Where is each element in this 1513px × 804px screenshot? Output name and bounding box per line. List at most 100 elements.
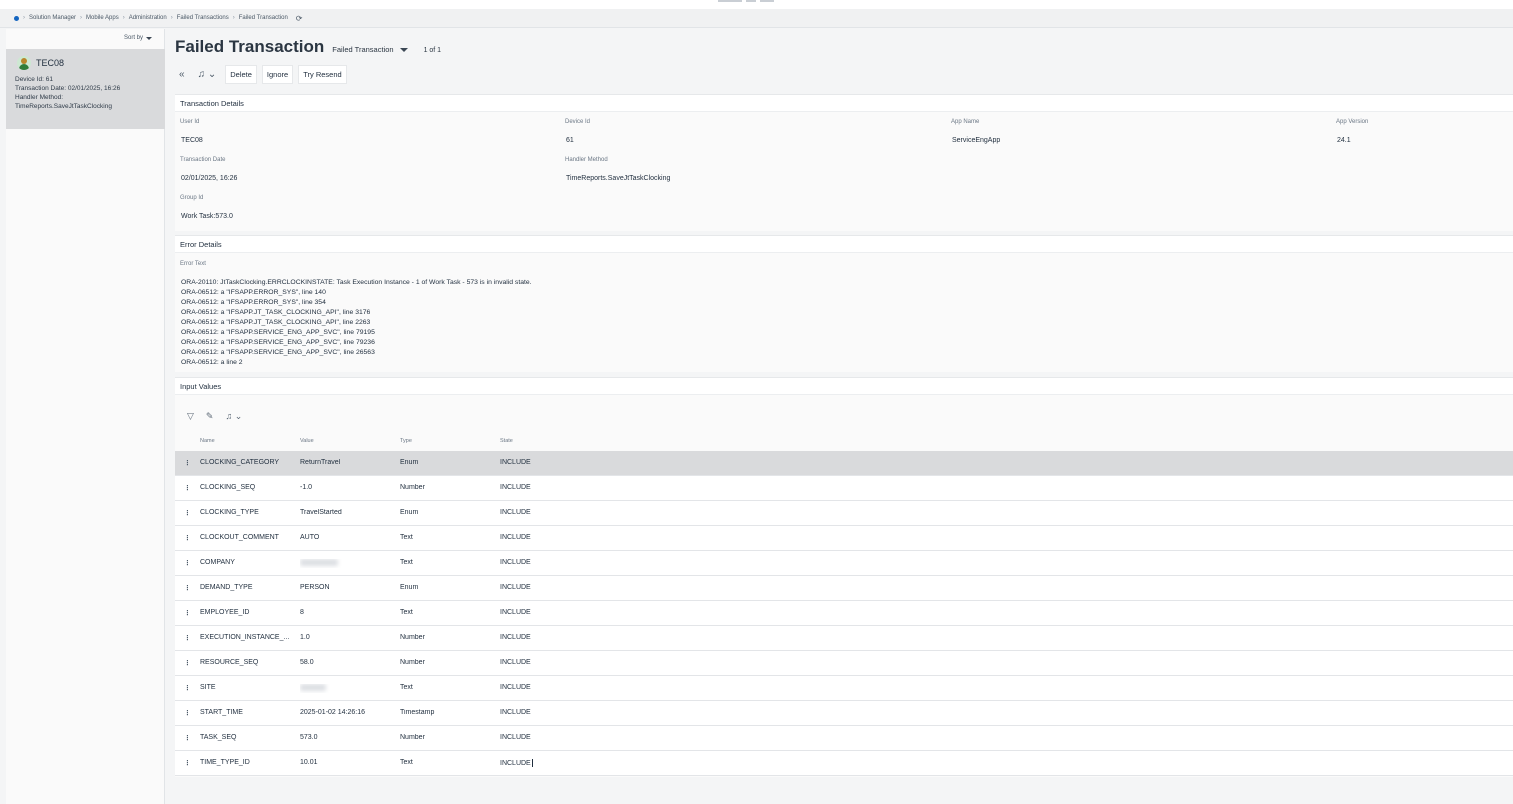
table-row[interactable]: ⋮ CLOCKING_CATEGORY ReturnTravel Enum IN… — [175, 451, 1513, 476]
cell-type: Text — [400, 609, 413, 616]
column-header-state[interactable]: State — [500, 438, 513, 444]
record-count: 1 of 1 — [423, 47, 442, 54]
transaction-date-label: Transaction Date — [180, 157, 226, 163]
kebab-icon[interactable]: ⋮ — [184, 709, 188, 717]
table-row[interactable]: ⋮ CLOCKING_SEQ -1.0 Number INCLUDE — [175, 476, 1513, 501]
cell-type: Text — [400, 759, 413, 766]
cell-name: CLOCKOUT_COMMENT — [200, 534, 279, 541]
kebab-icon[interactable]: ⋮ — [184, 759, 188, 767]
cell-state: INCLUDE — [500, 484, 531, 491]
double-chevron-left-icon[interactable]: « — [175, 69, 189, 80]
column-header-type[interactable]: Type — [400, 438, 412, 444]
filter-icon[interactable]: ▽ — [187, 411, 194, 422]
cell-state: INCLUDE — [500, 634, 531, 641]
error-text-label: Error Text — [180, 261, 206, 267]
kebab-icon[interactable]: ⋮ — [184, 484, 188, 492]
home-dot-icon[interactable] — [14, 15, 19, 21]
cell-type: Enum — [400, 584, 419, 591]
cell-type: Number — [400, 659, 425, 666]
cell-value: 1.0 — [300, 634, 310, 641]
cell-name: CLOCKING_SEQ — [200, 484, 256, 491]
cell-value: 58.0 — [300, 659, 314, 666]
cell-value: 2025-01-02 14:26:16 — [300, 709, 365, 716]
error-details-title: Error Details — [175, 236, 1513, 253]
cell-value: ReturnTravel — [300, 459, 341, 466]
table-row[interactable]: ⋮ TASK_SEQ 573.0 Number INCLUDE — [175, 726, 1513, 751]
cell-name: SITE — [200, 684, 216, 691]
column-header-value[interactable]: Value — [300, 438, 314, 444]
kebab-icon[interactable]: ⋮ — [184, 609, 188, 617]
cell-name: TASK_SEQ — [200, 734, 237, 741]
input-values-title: Input Values — [175, 378, 1513, 395]
breadcrumb-item-mobile-apps[interactable]: Mobile Apps — [86, 15, 119, 21]
cell-name: EMPLOYEE_ID — [200, 609, 250, 616]
table-row[interactable]: ⋮ CLOCKING_TYPE TravelStarted Enum INCLU… — [175, 501, 1513, 526]
table-row[interactable]: ⋮ DEMAND_TYPE PERSON Enum INCLUDE — [175, 576, 1513, 601]
error-line: ORA-06512: a "IFSAPP.SERVICE_ENG_APP_SVC… — [181, 349, 375, 356]
table-row[interactable]: ⋮ SITE Text INCLUDE — [175, 676, 1513, 701]
app-name-value: ServiceEngApp — [952, 137, 1001, 144]
app-name-label: App Name — [951, 119, 980, 125]
cell-state: INCLUDE — [500, 534, 531, 541]
cell-value: AUTO — [300, 534, 320, 541]
transaction-date-value: 02/01/2025, 16:26 — [181, 175, 238, 182]
refresh-icon[interactable]: ⟳ — [296, 14, 303, 23]
breadcrumb-item-failed-transaction: Failed Transaction — [238, 15, 288, 21]
table-row[interactable]: ⋮ START_TIME 2025-01-02 14:26:16 Timesta… — [175, 701, 1513, 726]
record-card-selected[interactable]: TEC08 Device Id: 61 Transaction Date: 02… — [6, 49, 165, 129]
kebab-icon[interactable]: ⋮ — [184, 734, 188, 742]
error-line: ORA-06512: a "IFSAPP.SERVICE_ENG_APP_SVC… — [181, 339, 375, 346]
column-header-name[interactable]: Name — [200, 438, 215, 444]
kebab-icon[interactable]: ⋮ — [184, 634, 188, 642]
pencil-icon[interactable]: ✎ — [206, 411, 214, 422]
command-toolbar: « ♫ ⌄ Delete Ignore Try Resend — [175, 64, 347, 84]
try-resend-button[interactable]: Try Resend — [298, 64, 347, 84]
cell-state-editing[interactable]: INCLUDE — [500, 759, 590, 767]
table-row[interactable]: ⋮ EXECUTION_INSTANCE_... 1.0 Number INCL… — [175, 626, 1513, 651]
bell-icon[interactable]: ♫ ⌄ — [194, 69, 221, 80]
cell-state: INCLUDE — [500, 509, 531, 516]
record-title: TEC08 — [36, 58, 65, 68]
record-handler-value: TimeReports.SaveJtTaskClocking — [15, 103, 112, 110]
cell-value: PERSON — [300, 584, 330, 591]
chevron-right-icon: › — [170, 15, 173, 21]
delete-button[interactable]: Delete — [225, 64, 257, 84]
error-line: ORA-06512: a "IFSAPP.ERROR_SYS", line 35… — [181, 299, 326, 306]
kebab-icon[interactable]: ⋮ — [184, 509, 188, 517]
sort-by-dropdown[interactable]: Sort by — [124, 35, 152, 41]
kebab-icon[interactable]: ⋮ — [184, 684, 188, 692]
cell-name: DEMAND_TYPE — [200, 584, 253, 591]
app-version-label: App Version — [1336, 119, 1369, 125]
record-handler-label: Handler Method: — [15, 94, 64, 101]
sort-by-label: Sort by — [123, 35, 143, 41]
bell-icon[interactable]: ♫ ⌄ — [225, 411, 242, 422]
cell-value-redacted — [300, 559, 390, 568]
breadcrumb-item-administration[interactable]: Administration — [129, 15, 167, 21]
transaction-details-panel: Transaction Details User Id TEC08 Device… — [175, 94, 1513, 231]
kebab-icon[interactable]: ⋮ — [184, 459, 188, 467]
table-row[interactable]: ⋮ COMPANY Text INCLUDE — [175, 551, 1513, 576]
table-row[interactable]: ⋮ CLOCKOUT_COMMENT AUTO Text INCLUDE — [175, 526, 1513, 551]
breadcrumb-item-failed-transactions[interactable]: Failed Transactions — [177, 15, 229, 21]
kebab-icon[interactable]: ⋮ — [184, 559, 188, 567]
table-row[interactable]: ⋮ EMPLOYEE_ID 8 Text INCLUDE — [175, 601, 1513, 626]
text-cursor — [531, 759, 533, 767]
table-row[interactable]: ⋮ RESOURCE_SEQ 58.0 Number INCLUDE — [175, 651, 1513, 676]
cell-name: COMPANY — [200, 559, 235, 566]
error-line: ORA-06512: a line 2 — [181, 359, 243, 366]
record-selector[interactable]: Failed Transaction — [332, 45, 408, 54]
table-row[interactable]: ⋮ TIME_TYPE_ID 10.01 Text INCLUDE — [175, 751, 1513, 776]
chevron-right-icon: › — [80, 15, 83, 21]
handler-method-label: Handler Method — [565, 157, 608, 163]
error-line: ORA-20110: JtTaskClocking.ERRCLOCKINSTAT… — [181, 279, 532, 286]
page-header: Failed Transaction Failed Transaction 1 … — [175, 37, 441, 57]
cell-state: INCLUDE — [500, 684, 531, 691]
error-line: ORA-06512: a "IFSAPP.JT_TASK_CLOCKING_AP… — [181, 319, 371, 326]
caret-down-icon — [146, 36, 152, 40]
breadcrumb-item-solution-manager[interactable]: Solution Manager — [29, 15, 76, 21]
kebab-icon[interactable]: ⋮ — [184, 534, 188, 542]
ignore-button[interactable]: Ignore — [261, 64, 294, 84]
kebab-icon[interactable]: ⋮ — [184, 584, 188, 592]
cell-state: INCLUDE — [500, 459, 531, 466]
kebab-icon[interactable]: ⋮ — [184, 659, 188, 667]
